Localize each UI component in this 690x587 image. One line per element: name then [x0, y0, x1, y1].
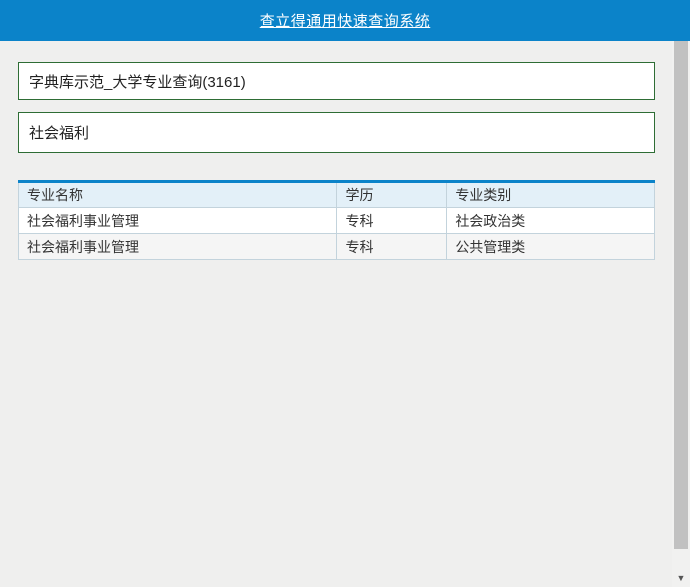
table-row: 社会福利事业管理 专科 公共管理类 — [19, 234, 655, 260]
cell-category: 公共管理类 — [447, 234, 655, 260]
scrollbar-down-button[interactable]: ▼ — [672, 569, 690, 587]
column-header-major-name: 专业名称 — [19, 182, 337, 208]
cell-degree: 专科 — [337, 234, 447, 260]
table-header-row: 专业名称 学历 专业类别 — [19, 182, 655, 208]
table-row: 社会福利事业管理 专科 社会政治类 — [19, 208, 655, 234]
results-table: 专业名称 学历 专业类别 社会福利事业管理 专科 社会政治类 社会福利事业管理 … — [18, 180, 655, 260]
query-title-label: 字典库示范_大学专业查询(3161) — [29, 71, 246, 92]
scrollbar-thumb[interactable] — [674, 41, 688, 549]
app-title-link[interactable]: 查立得通用快速查询系统 — [260, 10, 431, 31]
vertical-scrollbar[interactable]: ▼ — [672, 41, 690, 587]
query-title-box: 字典库示范_大学专业查询(3161) — [18, 62, 655, 100]
cell-degree: 专科 — [337, 208, 447, 234]
cell-category: 社会政治类 — [447, 208, 655, 234]
cell-major-name: 社会福利事业管理 — [19, 208, 337, 234]
search-input[interactable] — [18, 112, 655, 153]
column-header-degree: 学历 — [337, 182, 447, 208]
app-header: 查立得通用快速查询系统 — [0, 0, 690, 41]
cell-major-name: 社会福利事业管理 — [19, 234, 337, 260]
column-header-category: 专业类别 — [447, 182, 655, 208]
chevron-down-icon: ▼ — [677, 573, 686, 583]
